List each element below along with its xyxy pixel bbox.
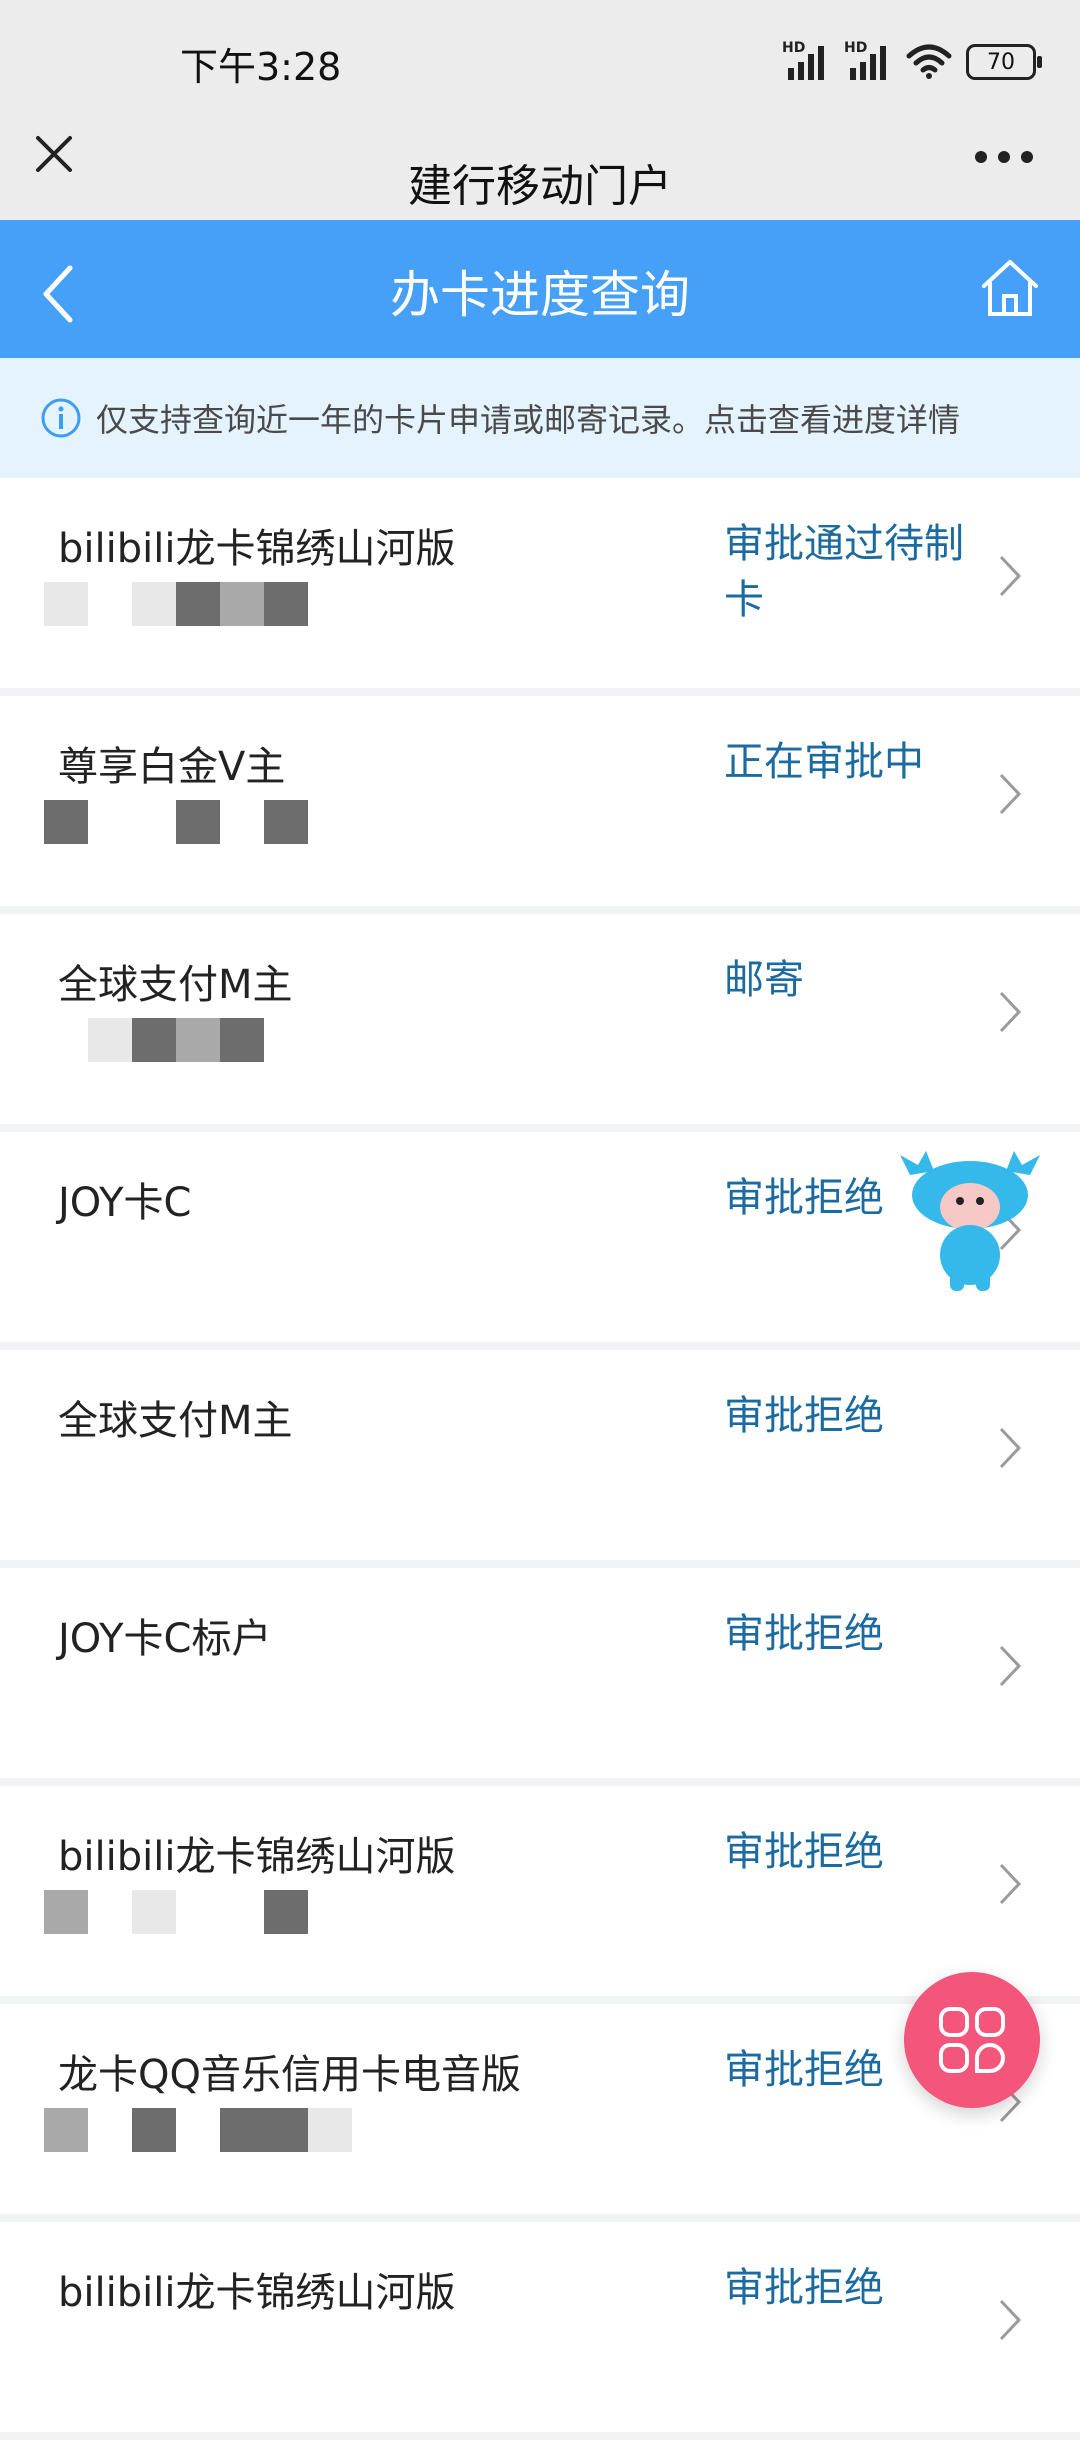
signal-label: HD [782,40,806,56]
card-name: 全球支付M主 [58,962,293,1008]
masked-id [44,2108,352,2152]
application-status: 审批拒绝 [724,1393,884,1439]
chevron-right-icon [999,1427,1022,1469]
info-icon [41,398,81,438]
card-name: 龙卡QQ音乐信用卡电音版 [58,2052,521,2098]
cellular-signal-icon: HD [782,40,830,82]
card-name: 尊享白金V主 [58,744,286,790]
wifi-icon [906,44,952,79]
card-name: bilibili龙卡锦绣山河版 [58,2270,456,2316]
application-list: bilibili龙卡锦绣山河版 审批通过待制卡 尊享白金V主 正在审批中 全球支… [0,478,1080,2440]
application-status: 审批通过待制卡 [724,521,964,623]
list-item[interactable]: bilibili龙卡锦绣山河版 审批拒绝 [0,1786,1080,2004]
signal-label-2: HD [844,40,868,56]
masked-id [44,582,308,626]
list-item[interactable]: 全球支付M主 审批拒绝 [0,1350,1080,1568]
nav-title: 办卡进度查询 [390,266,690,324]
cellular-signal-2-icon: HD [844,40,892,82]
status-time: 下午3:28 [180,45,342,89]
status-bar: 下午3:28 HD HD 70 [0,0,1080,120]
masked-id [44,1018,264,1062]
list-item[interactable]: 尊享白金V主 正在审批中 [0,696,1080,914]
card-name: bilibili龙卡锦绣山河版 [58,1834,456,1880]
grid-menu-icon [939,2007,1006,2073]
masked-id [44,800,308,844]
masked-id [44,1890,308,1934]
list-item[interactable]: bilibili龙卡锦绣山河版 审批通过待制卡 [0,478,1080,696]
status-icons: HD HD 70 [782,40,1042,84]
battery-icon: 70 [966,44,1042,80]
application-status: 正在审批中 [724,739,924,785]
list-item[interactable]: 全球支付M主 邮寄 [0,914,1080,1132]
chevron-right-icon [999,773,1022,815]
grid-menu-button[interactable] [904,1972,1040,2108]
chevron-right-icon [999,555,1022,597]
chevron-right-icon [999,1645,1022,1687]
more-icon[interactable] [974,150,1034,164]
card-name: JOY卡C标户 [58,1616,272,1662]
list-item[interactable]: JOY卡C标户 审批拒绝 [0,1568,1080,1786]
list-item[interactable]: bilibili龙卡锦绣山河版 审批拒绝 [0,2222,1080,2440]
application-status: 邮寄 [724,957,804,1003]
chevron-right-icon [999,2299,1022,2341]
notice-text: 仅支持查询近一年的卡片申请或邮寄记录。点击查看进度详情 [96,401,961,439]
chevron-right-icon [999,991,1022,1033]
application-status: 审批拒绝 [724,1829,884,1875]
chevron-right-icon [999,1863,1022,1905]
battery-level: 70 [987,49,1015,75]
application-status: 审批拒绝 [724,2265,884,2311]
card-name: 全球支付M主 [58,1398,293,1444]
application-status: 审批拒绝 [724,1611,884,1657]
page-title: 建行移动门户 [408,161,672,212]
card-name: bilibili龙卡锦绣山河版 [58,526,456,572]
card-name: JOY卡C [58,1180,192,1226]
home-icon[interactable] [978,256,1042,320]
mascot-icon[interactable] [890,1145,1050,1295]
notice-banner: 仅支持查询近一年的卡片申请或邮寄记录。点击查看进度详情 [0,358,1080,478]
